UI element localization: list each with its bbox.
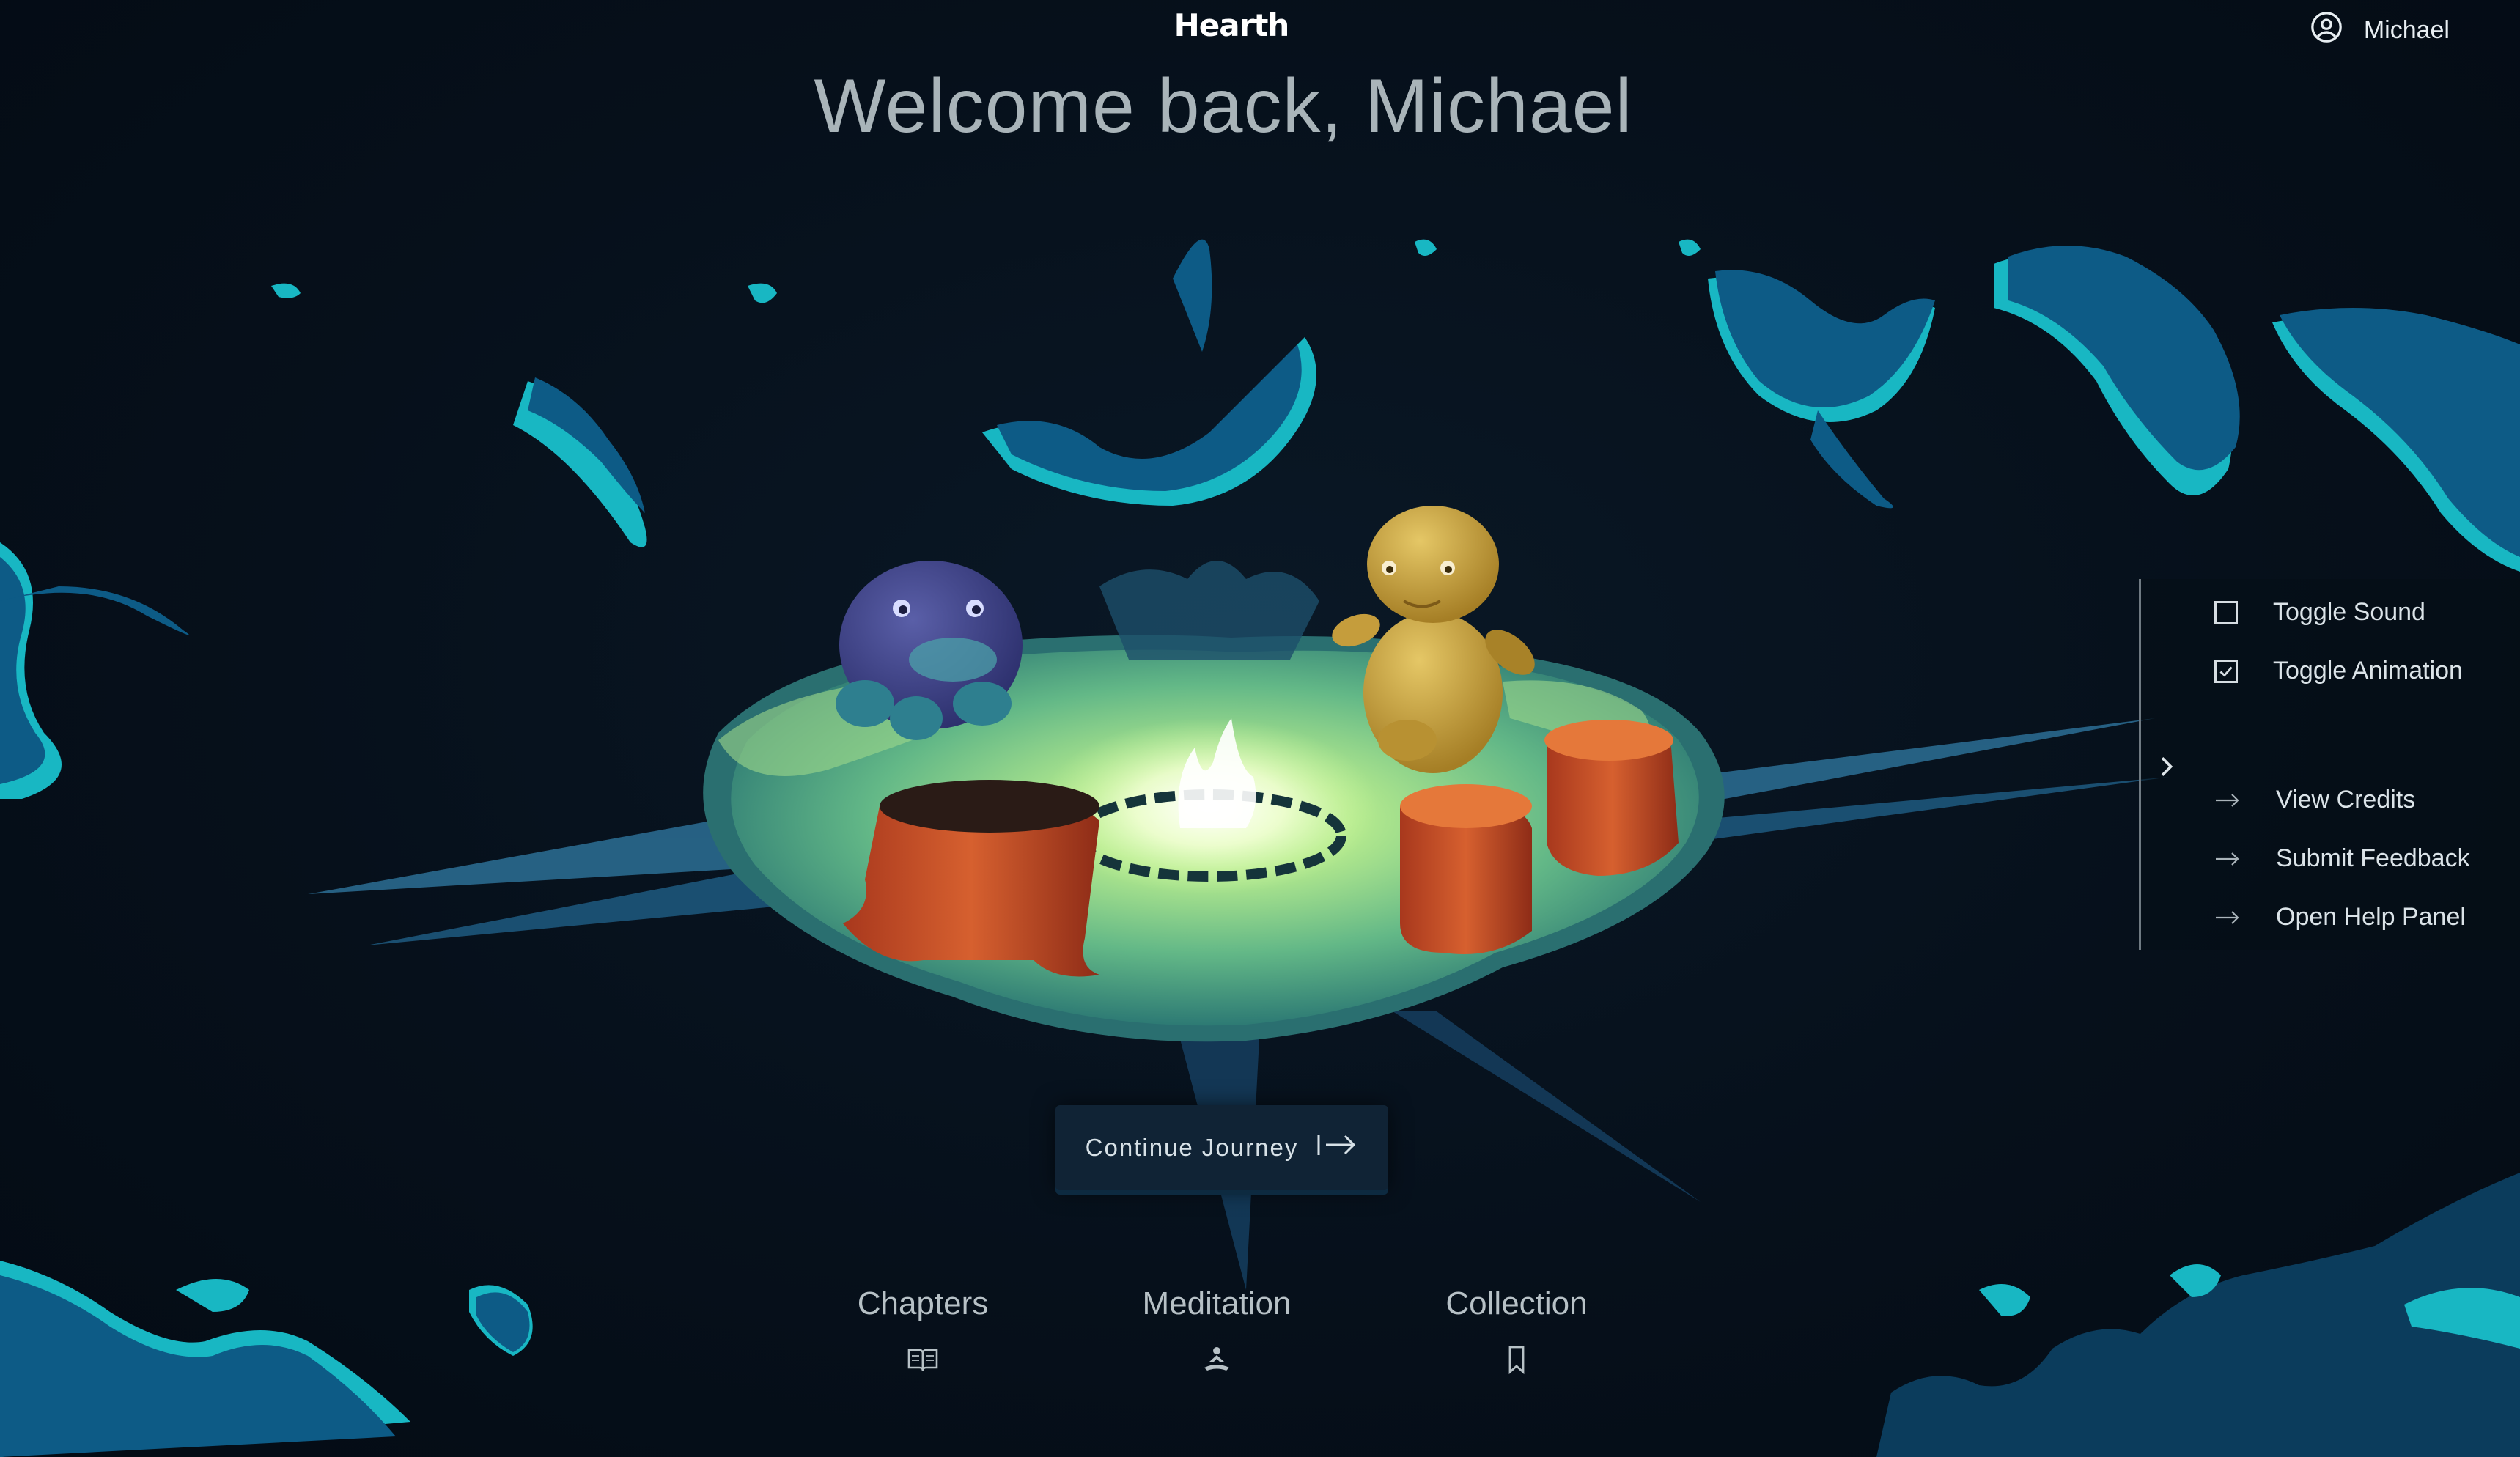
nav-meditation-label: Meditation [1142,1286,1292,1321]
bookmark-icon [1500,1344,1533,1383]
open-help-panel-label: Open Help Panel [2276,903,2466,931]
arrow-right-to-bar-icon [1316,1130,1358,1165]
bottom-navigation: Chapters Meditation Collection [0,1286,2520,1403]
toggle-sound-label: Toggle Sound [2273,598,2425,626]
toggle-sound[interactable]: Toggle Sound [2214,598,2425,627]
open-help-panel-link[interactable]: Open Help Panel [2214,903,2466,932]
open-book-icon [906,1344,940,1383]
animation-checkbox[interactable] [2214,659,2238,683]
user-menu[interactable]: Michael [2310,10,2450,51]
user-name: Michael [2363,16,2450,44]
arrow-right-icon [2214,850,2241,868]
meditation-icon [1200,1344,1234,1383]
arrow-right-icon [2214,792,2241,809]
nav-meditation[interactable]: Meditation [1099,1286,1334,1383]
nav-collection-label: Collection [1445,1286,1588,1321]
nav-collection[interactable]: Collection [1399,1286,1634,1383]
view-credits-label: View Credits [2276,786,2416,814]
arrow-right-icon [2214,909,2241,926]
submit-feedback-label: Submit Feedback [2276,844,2470,872]
app-root: Hearth Michael Welcome back, Michael Tog… [0,0,2520,1457]
continue-journey-button[interactable]: Continue Journey [1055,1105,1388,1190]
user-circle-icon [2310,10,2343,51]
purple-creature [836,561,1023,740]
view-credits-link[interactable]: View Credits [2214,786,2415,814]
app-logo[interactable]: Hearth [1143,7,1319,43]
nav-chapters[interactable]: Chapters [806,1286,1040,1383]
toggle-animation-label: Toggle Animation [2273,657,2463,685]
toggle-animation[interactable]: Toggle Animation [2214,657,2463,685]
welcome-heading: Welcome back, Michael [814,64,1633,149]
chevron-right-icon[interactable] [2151,752,2181,781]
sound-checkbox[interactable] [2214,600,2238,624]
continue-journey-label: Continue Journey [1085,1134,1299,1161]
nav-chapters-label: Chapters [857,1286,989,1321]
settings-side-panel: Toggle Sound Toggle Animation View Credi… [2139,579,2520,950]
submit-feedback-link[interactable]: Submit Feedback [2214,844,2470,873]
